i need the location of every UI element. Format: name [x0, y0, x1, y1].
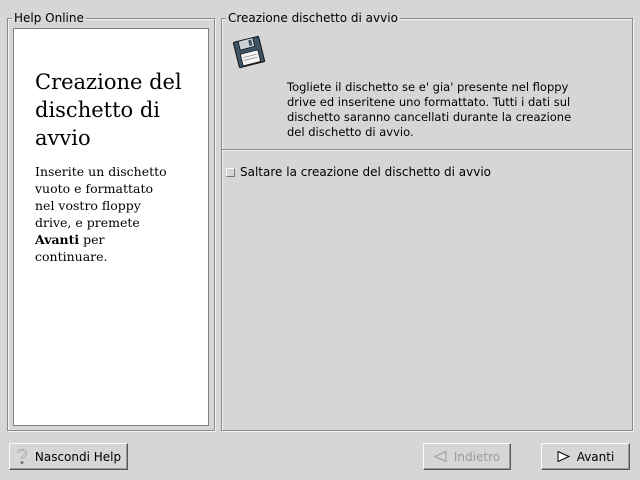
boot-disk-frame-title: Creazione dischetto di avvio [226, 11, 400, 25]
help-body-bold: Avanti [35, 232, 80, 247]
back-button[interactable]: Indietro [423, 443, 511, 470]
skip-boot-disk-label[interactable]: Saltare la creazione del dischetto di av… [240, 165, 491, 179]
help-online-frame: Help Online Creazione del dischetto di a… [7, 11, 215, 431]
help-body-before: Inserite un dischetto vuoto e formattato… [35, 164, 167, 230]
boot-disk-frame: Creazione dischetto di avvio Togliete il… [221, 11, 633, 431]
hide-help-label: Nascondi Help [34, 449, 122, 464]
help-heading: Creazione del dischetto di avvio [35, 70, 182, 150]
help-pane: Creazione del dischetto di avvio Inserit… [13, 28, 209, 426]
skip-boot-disk-checkbox[interactable] [226, 167, 235, 177]
next-label: Avanti [576, 449, 615, 464]
next-button[interactable]: Avanti [541, 443, 630, 470]
separator [222, 149, 632, 151]
help-online-frame-title: Help Online [12, 11, 86, 25]
hide-help-button[interactable]: Nascondi Help [9, 443, 128, 470]
instructions-text: Togliete il dischetto se e' gia' present… [287, 80, 572, 139]
back-label: Indietro [453, 449, 501, 464]
help-body-text: Inserite un dischetto vuoto e formattato… [35, 163, 175, 265]
floppy-disk-icon [232, 35, 266, 69]
right-triangle-icon [557, 450, 570, 463]
skip-boot-disk-option[interactable]: Saltare la creazione del dischetto di av… [226, 164, 491, 180]
question-mark-icon [16, 448, 28, 465]
left-triangle-icon [433, 450, 447, 463]
